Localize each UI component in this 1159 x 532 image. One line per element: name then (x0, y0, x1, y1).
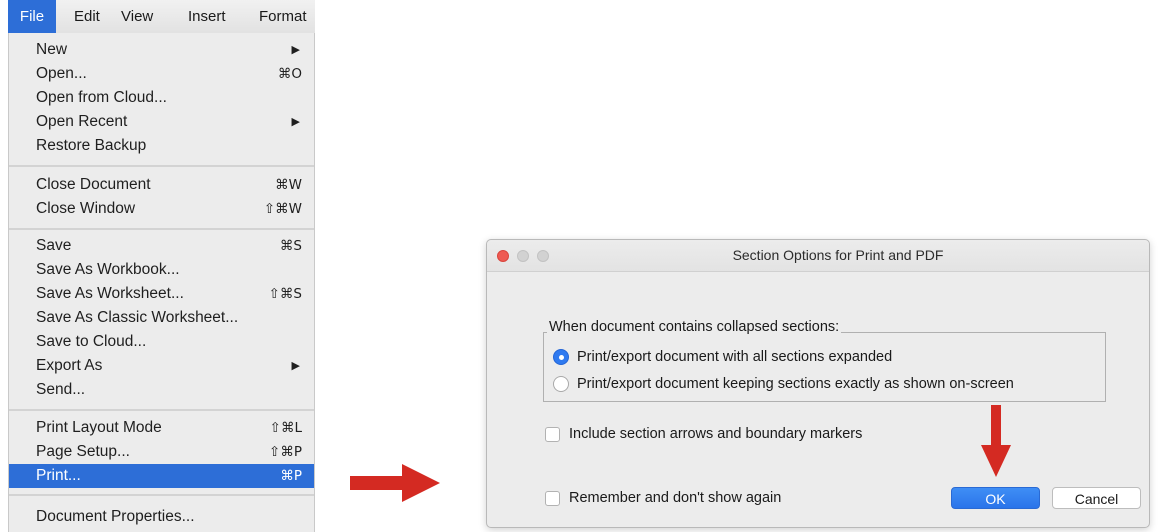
menu-bar: File Edit View Insert Format (8, 0, 315, 34)
section-options-dialog: Section Options for Print and PDF When d… (486, 239, 1150, 528)
menu-item-label: Save As Workbook... (36, 261, 180, 278)
menu-separator (9, 228, 314, 230)
menu-item-label: Close Window (36, 200, 136, 217)
menu-item-shortcut: ⇧⌘L (269, 420, 302, 436)
ok-button[interactable]: OK (951, 487, 1040, 509)
menu-item-new[interactable]: New ▶ (9, 38, 314, 62)
menu-item-save-as-classic-worksheet[interactable]: Save As Classic Worksheet... (9, 306, 314, 330)
dialog-titlebar: Section Options for Print and PDF (487, 240, 1149, 272)
menu-file[interactable]: File (8, 0, 56, 33)
menu-view[interactable]: View (121, 0, 153, 33)
menu-item-label: New (36, 41, 68, 58)
menu-item-close-document[interactable]: Close Document ⌘W (9, 173, 314, 197)
menu-item-label: Save As Worksheet... (36, 285, 184, 302)
menu-item-shortcut: ⌘O (277, 66, 302, 82)
menu-format[interactable]: Format (259, 0, 307, 33)
checkbox-label: Include section arrows and boundary mark… (569, 426, 863, 442)
menu-item-print-layout-mode[interactable]: Print Layout Mode ⇧⌘L (9, 416, 314, 440)
menu-item-shortcut: ⌘W (275, 177, 302, 193)
menu-item-label: Print Layout Mode (36, 419, 162, 436)
menu-item-label: Open from Cloud... (36, 89, 167, 106)
menu-item-save-as-worksheet[interactable]: Save As Worksheet... ⇧⌘S (9, 282, 314, 306)
menu-item-label: Page Setup... (36, 443, 130, 460)
remember-checkbox[interactable] (545, 491, 560, 506)
radio-button[interactable] (553, 376, 569, 392)
menu-item-save-to-cloud[interactable]: Save to Cloud... (9, 330, 314, 354)
include-arrows-checkbox[interactable] (545, 427, 560, 442)
arrow-down-icon (981, 405, 1011, 477)
menu-separator (9, 494, 314, 496)
menu-item-print[interactable]: Print... ⌘P (9, 464, 314, 488)
menu-item-label: Print... (36, 467, 81, 484)
dialog-title: Section Options for Print and PDF (732, 247, 944, 263)
menu-item-shortcut: ⇧⌘P (269, 444, 302, 460)
menu-item-label: Close Document (36, 176, 151, 193)
menu-edit[interactable]: Edit (74, 0, 100, 33)
submenu-arrow-icon: ▶ (291, 360, 300, 372)
menu-item-open-from-cloud[interactable]: Open from Cloud... (9, 86, 314, 110)
menu-item-document-properties[interactable]: Document Properties... (9, 505, 314, 529)
menu-item-label: Open... (36, 65, 87, 82)
menu-item-save[interactable]: Save ⌘S (9, 234, 314, 258)
menu-item-close-window[interactable]: Close Window ⇧⌘W (9, 197, 314, 221)
menu-item-restore-backup[interactable]: Restore Backup (9, 134, 314, 158)
menu-item-label: Open Recent (36, 113, 128, 130)
cancel-button[interactable]: Cancel (1052, 487, 1141, 509)
arrow-right-icon (350, 464, 440, 502)
menu-item-label: Save As Classic Worksheet... (36, 309, 239, 326)
radio-label: Print/export document keeping sections e… (577, 376, 1014, 392)
menu-separator (9, 165, 314, 167)
menu-item-open-recent[interactable]: Open Recent ▶ (9, 110, 314, 134)
group-label: When document contains collapsed section… (547, 319, 842, 335)
menu-item-label: Export As (36, 357, 103, 374)
menu-insert[interactable]: Insert (188, 0, 226, 33)
submenu-arrow-icon: ▶ (291, 116, 300, 128)
menu-item-label: Save to Cloud... (36, 333, 147, 350)
radio-label: Print/export document with all sections … (577, 349, 893, 365)
menu-item-save-as-workbook[interactable]: Save As Workbook... (9, 258, 314, 282)
radio-button-selected[interactable] (553, 349, 569, 365)
menu-separator (9, 409, 314, 411)
file-menu-dropdown: New ▶ Open... ⌘O Open from Cloud... Open… (8, 33, 315, 532)
menu-item-page-setup[interactable]: Page Setup... ⇧⌘P (9, 440, 314, 464)
menu-item-shortcut: ⇧⌘S (268, 286, 302, 302)
menu-item-shortcut: ⌘P (280, 468, 302, 484)
menu-item-label: Save (36, 237, 72, 254)
menu-item-send[interactable]: Send... (9, 378, 314, 402)
menu-item-label: Document Properties... (36, 508, 195, 525)
menu-item-shortcut: ⇧⌘W (263, 201, 302, 217)
menu-item-shortcut: ⌘S (279, 238, 302, 254)
menu-item-open[interactable]: Open... ⌘O (9, 62, 314, 86)
menu-item-label: Restore Backup (36, 137, 147, 154)
submenu-arrow-icon: ▶ (291, 44, 300, 56)
menu-item-export-as[interactable]: Export As ▶ (9, 354, 314, 378)
checkbox-label: Remember and don't show again (569, 490, 782, 506)
menu-item-label: Send... (36, 381, 86, 398)
